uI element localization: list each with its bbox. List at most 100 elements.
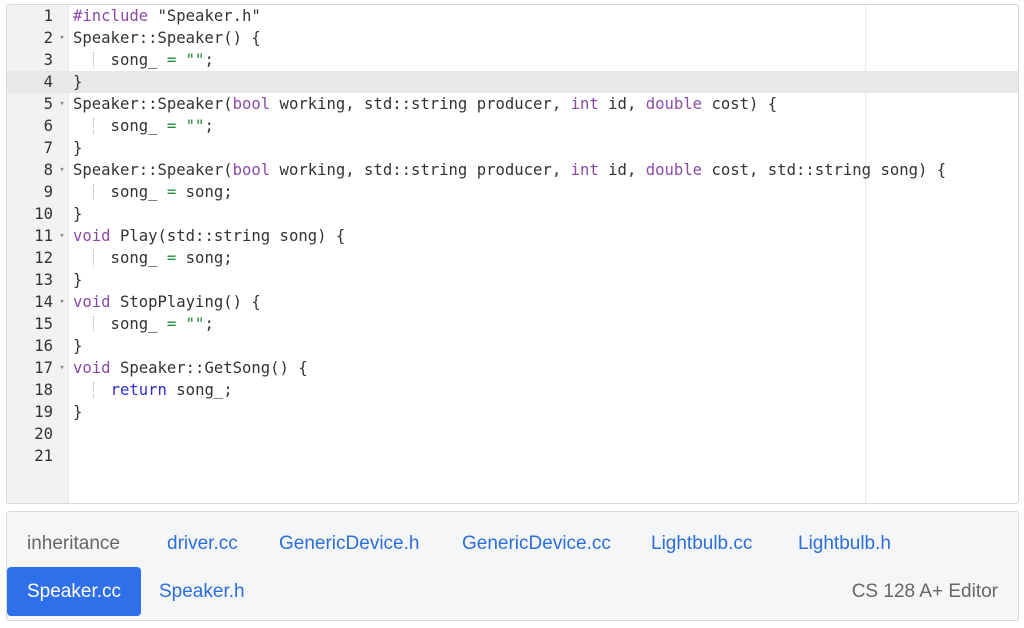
code-token: bool [232,95,271,113]
code-token: } [73,139,83,157]
code-token: song_ [73,249,167,267]
code-token: Speaker::Speaker() { [73,29,261,47]
code-token: = [166,51,177,69]
tab-lightbulb-cc[interactable]: Lightbulb.cc [631,519,772,568]
code-token: ; [204,315,214,333]
code-token: int [570,95,599,113]
code-token: void [73,293,111,311]
code-line[interactable]: 18 return song_; [7,379,1018,401]
code-editor[interactable]: 1 #include "Speaker.h" 2 ▾ Speaker::Speaker(… [6,4,1019,504]
project-name-label: inheritance [27,533,120,554]
code-token: bool [232,161,271,179]
line-number: 2 [43,29,53,47]
code-text[interactable]: song_ = ""; [73,313,214,335]
code-line[interactable]: 11 ▾ void Play(std::string song) { [7,225,1018,247]
code-token: void [73,359,111,377]
fold-arrow-icon[interactable]: ▾ [57,225,67,247]
code-text[interactable]: #include "Speaker.h" [73,5,261,27]
code-line[interactable]: 8 ▾ Speaker::Speaker(bool working, std::st… [7,159,1018,181]
code-text[interactable]: void Play(std::string song) { [73,225,345,247]
code-text[interactable]: Speaker::Speaker(bool working, std::stri… [73,159,946,181]
tab-speaker-cc[interactable]: Speaker.cc [7,567,141,616]
tab-driver-cc[interactable]: driver.cc [147,519,258,568]
line-number: 9 [43,183,53,201]
code-text[interactable]: song_ = ""; [73,115,214,137]
code-text[interactable]: } [73,335,82,357]
code-text[interactable]: } [73,401,82,423]
code-line[interactable]: 3 song_ = ""; [7,49,1018,71]
code-token: Play(std::string song) { [110,227,346,245]
code-token: void [73,227,111,245]
code-line[interactable]: 10} [7,203,1018,225]
code-token: #include [73,7,149,25]
code-line[interactable]: 20 [7,423,1018,445]
fold-arrow-icon[interactable]: ▾ [57,27,67,49]
line-number: 13 [34,271,53,289]
code-text[interactable]: Speaker::Speaker() { [73,27,261,49]
fold-arrow-icon[interactable]: ▾ [57,291,67,313]
code-token: double [645,161,703,179]
code-line[interactable]: 19} [7,401,1018,423]
code-text[interactable]: void Speaker::GetSong() { [73,357,308,379]
fold-arrow-icon[interactable]: ▾ [57,93,67,115]
code-text[interactable]: } [73,269,82,291]
code-line[interactable]: 7} [7,137,1018,159]
code-line[interactable]: 4} [7,71,1018,93]
code-token: working, std::string producer, [270,161,571,179]
code-line[interactable]: 21 [7,445,1018,467]
line-number: 8 [43,161,53,179]
line-number: 3 [43,51,53,69]
code-line[interactable]: 17 ▾ void Speaker::GetSong() { [7,357,1018,379]
code-text[interactable]: song_ = ""; [73,49,214,71]
tab-speaker-h[interactable]: Speaker.h [139,567,265,616]
code-text[interactable]: } [73,137,82,159]
code-line[interactable]: 16} [7,335,1018,357]
code-text[interactable]: Speaker::Speaker(bool working, std::stri… [73,93,777,115]
code-text[interactable]: } [73,71,82,93]
code-line[interactable]: 5 ▾ Speaker::Speaker(bool working, std::st… [7,93,1018,115]
code-token: song; [176,249,233,267]
code-token: } [73,271,83,289]
code-token: = [166,249,177,267]
code-token: } [73,205,83,223]
code-token: double [645,95,703,113]
code-line[interactable]: 14 ▾ void StopPlaying() { [7,291,1018,313]
fold-arrow-icon[interactable]: ▾ [57,357,67,379]
code-token: Speaker::Speaker( [73,95,233,113]
code-line[interactable]: 12 song_ = song; [7,247,1018,269]
line-number: 7 [43,139,53,157]
code-line[interactable]: 6 song_ = ""; [7,115,1018,137]
code-lines[interactable]: 1 #include "Speaker.h" 2 ▾ Speaker::Speaker(… [7,5,1018,467]
code-line[interactable]: 15 song_ = ""; [7,313,1018,335]
line-number: 14 [34,293,53,311]
code-text[interactable]: song_ = song; [73,181,233,203]
tab-genericdevice-cc[interactable]: GenericDevice.cc [442,519,631,568]
code-text[interactable]: song_ = song; [73,247,233,269]
tab-genericdevice-h[interactable]: GenericDevice.h [259,519,439,568]
code-token: ; [204,117,214,135]
line-number: 21 [34,447,53,465]
line-number: 10 [34,205,53,223]
code-token: id, [598,161,646,179]
code-text[interactable]: } [73,203,82,225]
tab-lightbulb-h[interactable]: Lightbulb.h [778,519,911,568]
line-number: 6 [43,117,53,135]
code-line[interactable]: 2 ▾ Speaker::Speaker() { [7,27,1018,49]
code-text[interactable]: void StopPlaying() { [73,291,261,313]
line-number: 1 [43,7,53,25]
code-token: song; [176,183,233,201]
code-line[interactable]: 9 song_ = song; [7,181,1018,203]
line-number: 4 [43,73,53,91]
code-line[interactable]: 13} [7,269,1018,291]
code-token: } [73,403,83,421]
code-text[interactable]: return song_; [73,379,233,401]
fold-arrow-icon[interactable]: ▾ [57,159,67,181]
code-token: song_ [73,51,167,69]
code-token: = [166,315,177,333]
line-number: 18 [34,381,53,399]
code-line[interactable]: 1 #include "Speaker.h" [7,5,1018,27]
code-token: } [73,337,83,355]
line-number: 12 [34,249,53,267]
